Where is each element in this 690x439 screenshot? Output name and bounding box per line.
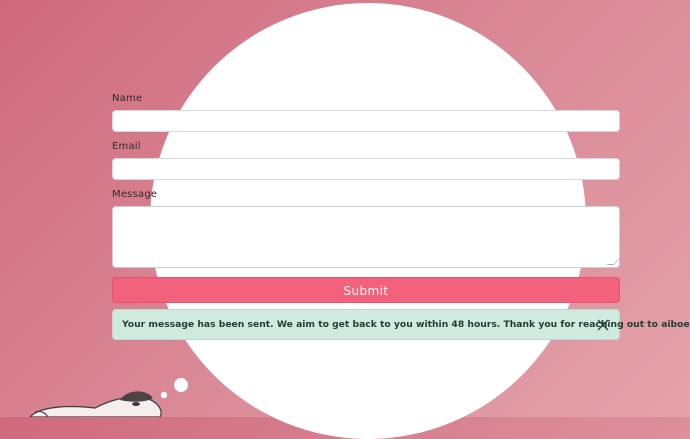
name-label: Name: [112, 93, 143, 104]
submit-button[interactable]: Submit: [112, 277, 620, 303]
message-textarea[interactable]: [112, 206, 621, 268]
name-input[interactable]: [112, 110, 620, 132]
email-label: Email: [112, 141, 141, 152]
resize-handle-icon[interactable]: [606, 258, 621, 265]
message-label: Message: [112, 189, 158, 200]
email-input[interactable]: [112, 158, 620, 180]
close-icon[interactable]: [597, 319, 609, 331]
success-alert: Your message has been sent. We aim to ge…: [112, 309, 690, 340]
sleeping-pet-illustration-icon: [29, 378, 188, 417]
